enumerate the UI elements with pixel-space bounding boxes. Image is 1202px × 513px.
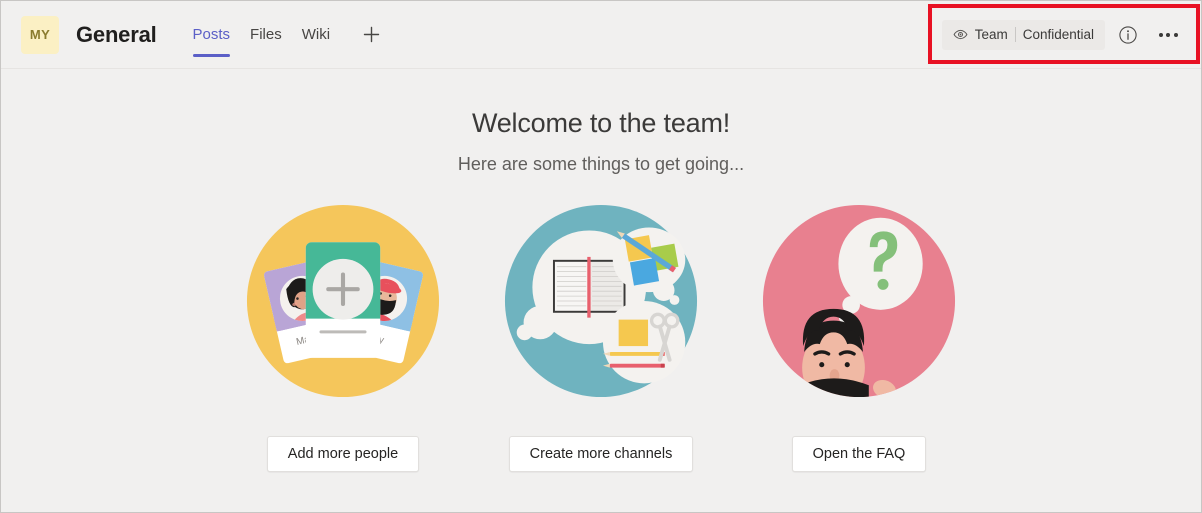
create-more-channels-button[interactable]: Create more channels: [508, 436, 694, 472]
sensitivity-value-label: Confidential: [1022, 27, 1094, 42]
teams-app-window: MY General Posts Files Wiki Team Confide…: [0, 0, 1202, 513]
tab-posts-label: Posts: [192, 26, 231, 43]
welcome-subtitle: Here are some things to get going...: [457, 154, 745, 174]
channel-header-right: Team Confidential: [941, 18, 1201, 52]
welcome-card-create-channels: Create more channels: [501, 203, 701, 472]
channel-info-button[interactable]: [1111, 18, 1145, 52]
sensitivity-scope-label: Team: [974, 27, 1008, 42]
channel-header: MY General Posts Files Wiki Team Confide…: [1, 1, 1201, 69]
channel-header-left: MY General Posts Files Wiki: [1, 1, 386, 69]
faq-question-illustration: [762, 204, 956, 398]
plus-icon: [363, 26, 379, 43]
open-the-faq-button[interactable]: Open the FAQ: [791, 436, 927, 472]
tab-wiki-label: Wiki: [301, 26, 331, 43]
people-cards-illustration: Maxine: [246, 204, 440, 398]
add-more-people-button[interactable]: Add more people: [266, 436, 420, 472]
channel-welcome-content: Welcome to the team! Here are some thing…: [1, 70, 1201, 512]
welcome-cards: Maxine: [243, 203, 959, 472]
tab-wiki[interactable]: Wiki: [292, 1, 340, 69]
tab-posts[interactable]: Posts: [183, 1, 241, 69]
chip-divider: [1014, 27, 1016, 42]
tab-files[interactable]: Files: [240, 1, 292, 69]
more-options-button[interactable]: [1151, 18, 1185, 52]
sensitivity-label-chip[interactable]: Team Confidential: [941, 19, 1105, 50]
add-tab-button[interactable]: [356, 20, 386, 50]
eye-icon: [953, 29, 968, 40]
tab-files-label: Files: [250, 26, 282, 43]
welcome-title: Welcome to the team!: [471, 108, 731, 138]
welcome-card-add-people: Maxine: [243, 203, 443, 472]
page-title: General: [76, 21, 157, 47]
welcome-card-open-faq: Open the FAQ: [759, 203, 959, 472]
channels-thought-bubbles-illustration: [504, 204, 698, 398]
team-avatar: MY: [21, 15, 59, 54]
more-options-icon: [1158, 32, 1178, 37]
channel-tabs: Posts Files Wiki: [183, 1, 387, 69]
info-circle-icon: [1119, 25, 1137, 44]
